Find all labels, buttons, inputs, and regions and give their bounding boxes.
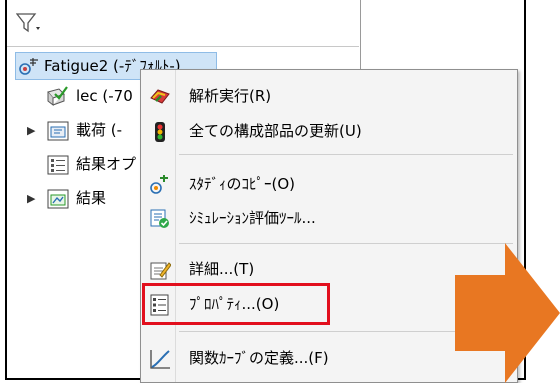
- menu-item-label: 関数ｶｰﾌﾞの定義...(F): [189, 349, 329, 367]
- folder-icon: [47, 121, 69, 150]
- copy-study-icon: [149, 174, 171, 196]
- menu-item-update-all-components[interactable]: 全ての構成部品の更新(U): [141, 114, 517, 148]
- tree-item-results[interactable]: 結果: [43, 184, 153, 212]
- tree-item-label: 載荷 (-: [76, 121, 123, 139]
- expand-arrow-icon[interactable]: ▶: [27, 124, 35, 137]
- menu-item-copy-study[interactable]: ｽﾀﾃﾞｨのｺﾋﾟｰ(O): [141, 167, 517, 201]
- traffic-light-icon: [149, 121, 171, 143]
- menu-separator: [179, 154, 513, 155]
- menu-item-simulation-evaluator[interactable]: ｼﾐｭﾚｰｼｮﾝ評価ﾂｰﾙ...: [141, 201, 517, 235]
- tree-item-label: 結果: [76, 189, 107, 207]
- tree-item-result-options[interactable]: 結果オプ: [43, 150, 153, 178]
- menu-item-run-analysis[interactable]: 解析実行(R): [141, 79, 517, 113]
- tree-item-label: 結果オプ: [76, 155, 137, 173]
- tree-item-loads[interactable]: 載荷 (-: [43, 116, 153, 144]
- result-options-icon: [47, 155, 69, 184]
- material-check-icon: [45, 86, 69, 117]
- properties-highlight-box: [142, 283, 330, 325]
- tree-item-label: lec (-70: [76, 87, 133, 105]
- menu-item-label: ｽﾀﾃﾞｨのｺﾋﾟｰ(O): [189, 175, 296, 193]
- tree-item-material[interactable]: lec (-70: [43, 82, 153, 110]
- expand-arrow-icon[interactable]: ▶: [27, 192, 35, 205]
- details-icon: [149, 259, 172, 281]
- menu-item-label: 全ての構成部品の更新(U): [189, 122, 362, 140]
- function-curve-icon: [149, 348, 171, 370]
- results-folder-icon: [47, 189, 69, 218]
- menu-item-label: 解析実行(R): [189, 87, 272, 105]
- fatigue-study-icon: [18, 57, 40, 86]
- menu-item-label: 詳細...(T): [189, 260, 255, 278]
- menu-item-label: ｼﾐｭﾚｰｼｮﾝ評価ﾂｰﾙ...: [189, 209, 316, 227]
- orange-arrow-icon: [455, 243, 560, 383]
- filter-icon[interactable]: [15, 12, 42, 38]
- simulation-evaluator-icon: [149, 208, 171, 230]
- filter-toolbar: [7, 0, 359, 47]
- run-analysis-icon: [149, 86, 171, 108]
